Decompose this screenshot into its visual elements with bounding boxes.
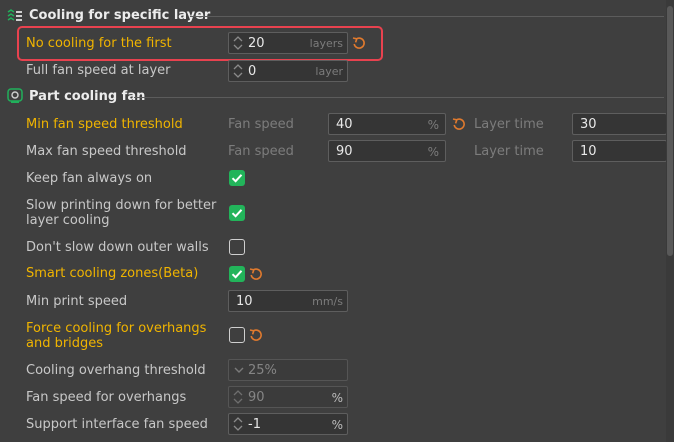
min-print-speed-input[interactable]: 10 mm/s: [228, 290, 348, 312]
spin-arrows-icon[interactable]: [233, 389, 243, 405]
cooling-overhang-threshold-select[interactable]: 25%: [228, 359, 348, 381]
vertical-scrollbar[interactable]: [666, 0, 674, 442]
fan-speed-overhangs-label: Fan speed for overhangs: [26, 390, 187, 405]
cooling-overhang-threshold-value: 25%: [248, 363, 277, 378]
max-fan-speed-unit: %: [427, 145, 439, 159]
slow-printing-down-checkbox[interactable]: [229, 205, 245, 221]
reset-icon[interactable]: [452, 117, 466, 131]
min-fan-speed-input[interactable]: 40 %: [328, 113, 446, 135]
support-interface-fan-speed-unit: %: [331, 418, 343, 432]
force-cooling-overhangs-checkbox[interactable]: [229, 327, 245, 343]
smart-cooling-zones-checkbox[interactable]: [229, 266, 245, 282]
dont-slow-outer-walls-checkbox[interactable]: [229, 239, 245, 255]
section-divider: [190, 16, 664, 17]
section-divider: [134, 97, 664, 98]
min-print-speed-label: Min print speed: [26, 294, 128, 309]
no-cooling-value: 20: [248, 36, 265, 51]
scrollbar-thumb[interactable]: [667, 6, 673, 256]
full-fan-speed-value: 0: [248, 64, 257, 79]
no-cooling-input[interactable]: 20 layers: [228, 32, 348, 54]
chevron-down-icon: [234, 367, 244, 373]
layer-cooling-icon: [7, 9, 22, 21]
support-interface-fan-speed-label: Support interface fan speed: [26, 417, 208, 432]
cooling-overhang-threshold-label: Cooling overhang threshold: [26, 363, 206, 378]
spin-arrows-icon[interactable]: [233, 416, 243, 432]
min-fan-speed-sublabel: Fan speed: [228, 117, 294, 132]
max-layer-time-input[interactable]: 10: [572, 140, 667, 162]
section-title-cooling-specific-layer: Cooling for specific layer: [29, 8, 211, 23]
max-fan-speed-input[interactable]: 90 %: [328, 140, 446, 162]
min-print-speed-unit: mm/s: [312, 295, 343, 308]
force-cooling-overhangs-label: Force cooling for overhangs and bridges: [26, 321, 207, 351]
reset-icon[interactable]: [249, 328, 263, 342]
max-layer-time-value: 10: [580, 144, 597, 159]
min-layer-time-value: 30: [580, 117, 597, 132]
dont-slow-outer-walls-label: Don't slow down outer walls: [26, 240, 209, 255]
full-fan-speed-unit: layer: [315, 65, 343, 78]
full-fan-speed-label: Full fan speed at layer: [26, 63, 171, 78]
max-fan-speed-label: Max fan speed threshold: [26, 144, 187, 159]
min-layer-time-input[interactable]: 30: [572, 113, 667, 135]
no-cooling-unit: layers: [309, 37, 343, 50]
smart-cooling-zones-label: Smart cooling zones(Beta): [26, 266, 199, 281]
full-fan-speed-input[interactable]: 0 layer: [228, 60, 348, 82]
reset-icon[interactable]: [249, 267, 263, 281]
checkmark-icon: [231, 270, 243, 279]
min-fan-speed-label: Min fan speed threshold: [26, 117, 183, 132]
support-interface-fan-speed-input[interactable]: -1 %: [228, 413, 348, 435]
keep-fan-always-on-label: Keep fan always on: [26, 171, 153, 186]
no-cooling-label: No cooling for the first: [26, 36, 172, 51]
checkmark-icon: [231, 174, 243, 183]
max-fan-speed-sublabel: Fan speed: [228, 144, 294, 159]
slow-printing-down-label: Slow printing down for better layer cool…: [26, 198, 217, 228]
max-fan-speed-value: 90: [336, 144, 353, 159]
min-layer-time-sublabel: Layer time: [474, 117, 544, 132]
max-layer-time-sublabel: Layer time: [474, 144, 544, 159]
part-cooling-fan-icon: [7, 88, 23, 103]
fan-speed-overhangs-unit: %: [331, 391, 343, 405]
keep-fan-always-on-checkbox[interactable]: [229, 170, 245, 186]
spin-arrows-icon[interactable]: [233, 63, 243, 79]
min-print-speed-value: 10: [236, 294, 253, 309]
section-title-part-cooling-fan: Part cooling fan: [29, 89, 146, 104]
support-interface-fan-speed-value: -1: [248, 417, 261, 432]
reset-icon[interactable]: [352, 36, 366, 50]
spin-arrows-icon[interactable]: [233, 35, 243, 51]
fan-speed-overhangs-input[interactable]: 90 %: [228, 386, 348, 408]
fan-speed-overhangs-value: 90: [248, 390, 265, 405]
checkmark-icon: [231, 209, 243, 218]
min-fan-speed-unit: %: [427, 118, 439, 132]
min-fan-speed-value: 40: [336, 117, 353, 132]
